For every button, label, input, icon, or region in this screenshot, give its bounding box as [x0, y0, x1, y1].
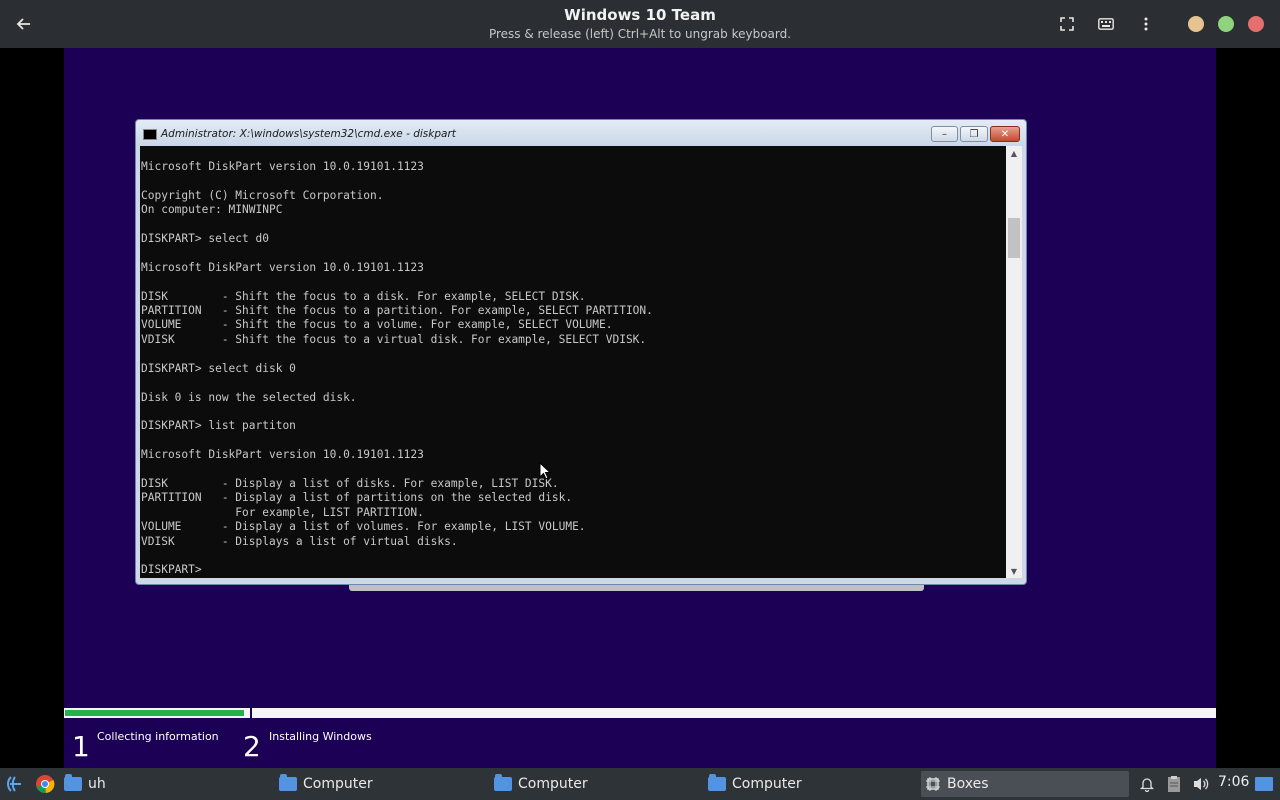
window-title: Windows 10 Team — [564, 6, 716, 24]
setup-progress-fill — [65, 710, 244, 716]
task-label: Boxes — [947, 776, 989, 792]
distro-logo-icon — [7, 776, 21, 792]
task-label: uh — [88, 776, 106, 792]
bell-icon — [1139, 778, 1155, 792]
close-icon: ✕ — [1000, 128, 1010, 140]
cmd-title: Administrator: X:\windows\system32\cmd.e… — [161, 128, 456, 140]
window-subtitle: Press & release (left) Ctrl+Alt to ungra… — [488, 27, 792, 41]
task-uh[interactable]: uh — [64, 771, 264, 797]
volume-button[interactable] — [1189, 772, 1213, 796]
keyboard-icon — [1098, 18, 1114, 30]
vertical-scrollbar[interactable]: ▲ ▼ — [1006, 146, 1022, 578]
folder-icon — [279, 774, 297, 791]
console-icon — [143, 129, 157, 140]
task-computer-2[interactable]: Computer — [494, 771, 694, 797]
maximize-window-button[interactable] — [1218, 16, 1234, 32]
mouse-cursor-icon — [539, 462, 551, 480]
taskbar: uh Computer Computer Computer Boxes 7:06 — [0, 768, 1280, 800]
app-menu-button[interactable] — [3, 772, 27, 796]
boxes-header-bar: Windows 10 Team Press & release (left) C… — [0, 0, 1280, 48]
chrome-icon — [36, 775, 55, 794]
folder-icon — [494, 774, 512, 791]
scrollbar-thumb[interactable] — [1008, 218, 1020, 258]
fullscreen-icon — [1060, 17, 1074, 31]
task-label: Computer — [518, 776, 588, 792]
cmd-window[interactable]: Administrator: X:\windows\system32\cmd.e… — [135, 119, 1027, 585]
menu-button[interactable] — [1134, 12, 1158, 36]
console-text: Microsoft DiskPart version 10.0.19101.11… — [141, 160, 653, 577]
speaker-icon — [1194, 778, 1209, 790]
clipboard-icon — [1168, 776, 1180, 792]
scroll-up-button[interactable]: ▲ — [1006, 146, 1022, 160]
step-label-2: Installing Windows — [269, 730, 372, 743]
close-window-button[interactable] — [1248, 16, 1264, 32]
fullscreen-button[interactable] — [1055, 12, 1079, 36]
cmd-titlebar[interactable]: Administrator: X:\windows\system32\cmd.e… — [136, 120, 1026, 146]
clock[interactable]: 7:06 — [1218, 774, 1249, 790]
boxes-icon — [926, 777, 940, 791]
chevron-up-icon: ▲ — [1010, 148, 1018, 158]
task-computer-1[interactable]: Computer — [279, 771, 479, 797]
cmd-minimize-button[interactable]: – — [931, 126, 958, 142]
show-desktop-button[interactable] — [1252, 772, 1276, 796]
step-number-1: 1 — [72, 730, 90, 763]
minimize-window-button[interactable] — [1188, 16, 1204, 32]
kebab-menu-icon — [1144, 17, 1148, 31]
keyboard-button[interactable] — [1094, 12, 1118, 36]
folder-icon — [64, 774, 82, 791]
step-label-1: Collecting information — [97, 730, 219, 743]
scroll-down-button[interactable]: ▼ — [1006, 564, 1022, 578]
folder-icon — [708, 774, 726, 791]
task-label: Computer — [303, 776, 373, 792]
cmd-close-button[interactable]: ✕ — [990, 126, 1020, 142]
task-computer-3[interactable]: Computer — [708, 771, 908, 797]
step-number-2: 2 — [243, 730, 261, 763]
desktop-icon — [1255, 777, 1273, 791]
setup-window-edge — [349, 585, 924, 591]
console-output[interactable]: Microsoft DiskPart version 10.0.19101.11… — [140, 146, 1006, 578]
progress-separator — [250, 708, 252, 718]
chrome-launcher[interactable] — [33, 772, 57, 796]
minimize-icon: – — [942, 128, 947, 140]
notifications-button[interactable] — [1135, 772, 1159, 796]
vm-display[interactable]: Administrator: X:\windows\system32\cmd.e… — [64, 48, 1216, 768]
clipboard-button[interactable] — [1162, 772, 1186, 796]
task-boxes[interactable]: Boxes — [921, 771, 1129, 797]
restore-icon: ❐ — [969, 128, 979, 140]
task-label: Computer — [732, 776, 802, 792]
chevron-down-icon: ▼ — [1010, 566, 1018, 576]
cmd-restore-button[interactable]: ❐ — [960, 126, 988, 142]
